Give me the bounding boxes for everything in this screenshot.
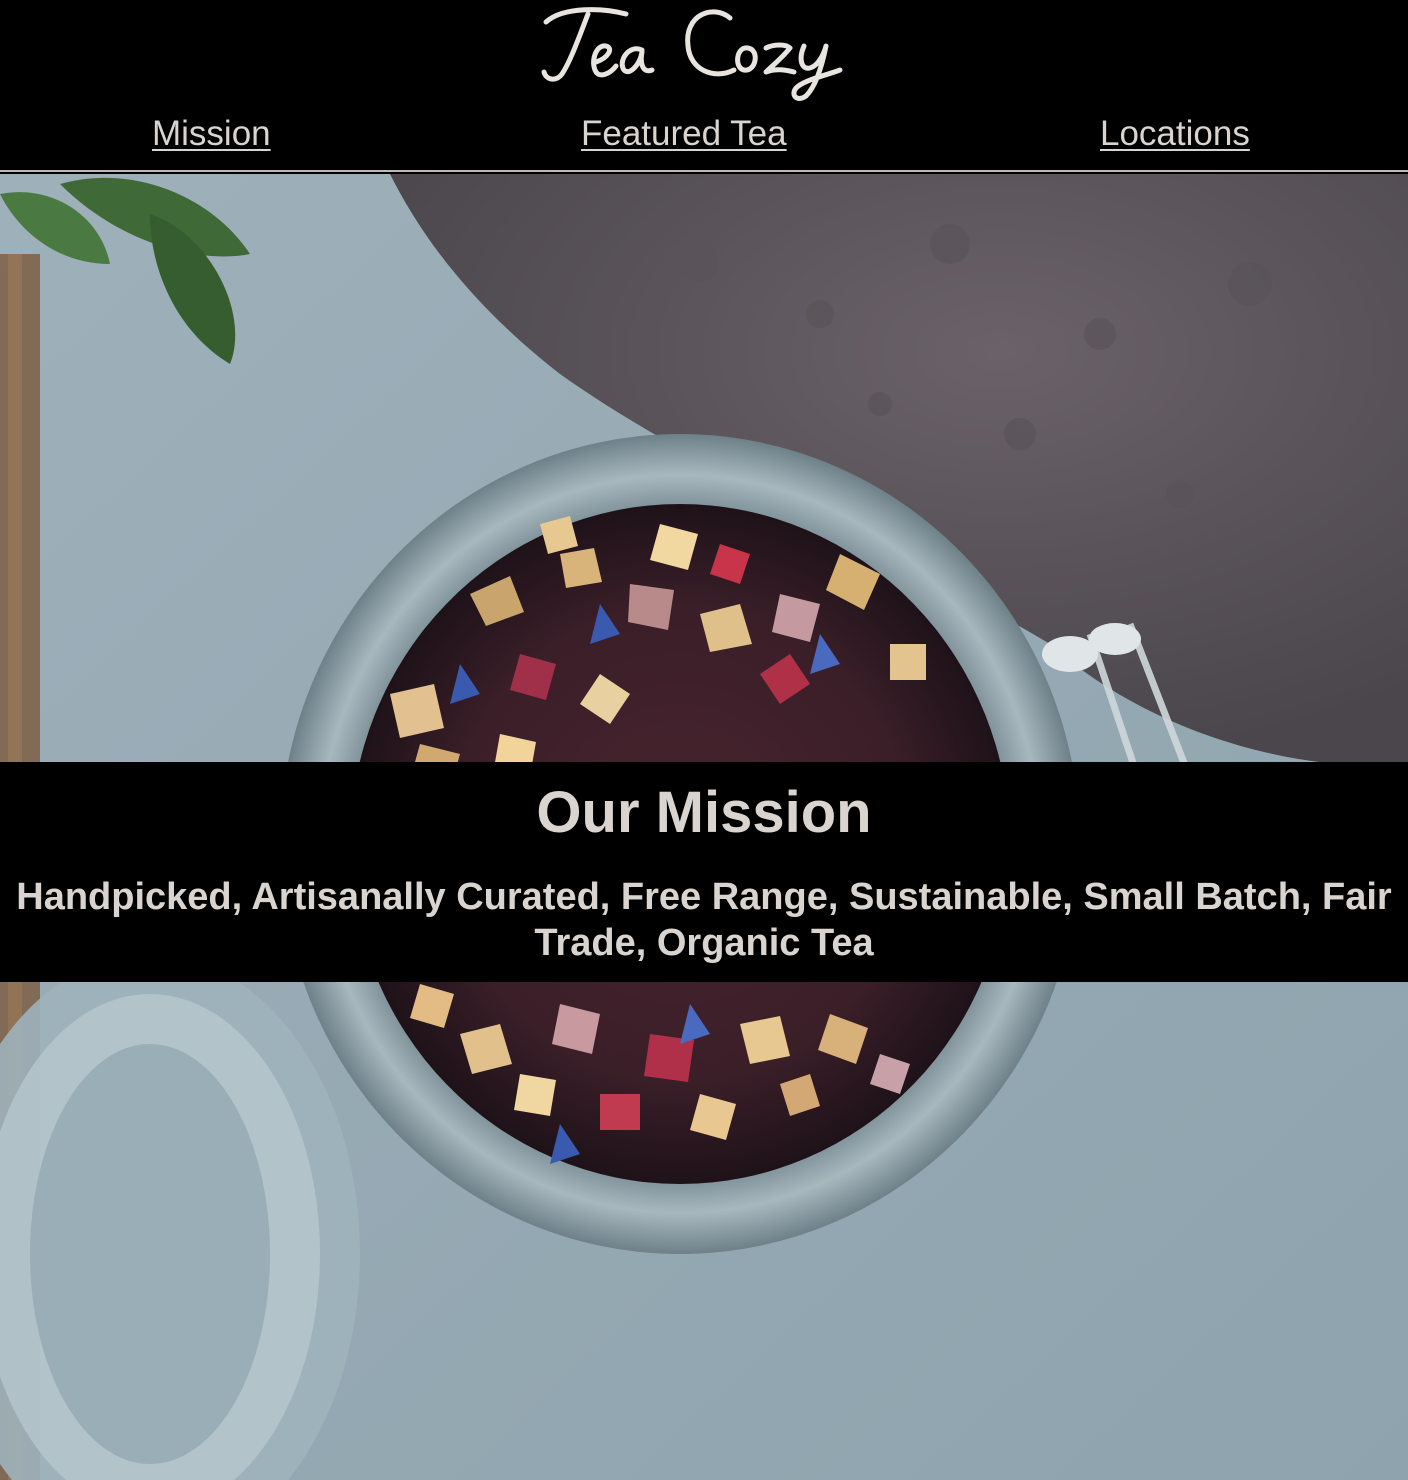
mission-title: Our Mission: [536, 780, 872, 845]
tea-cozy-logo: [541, 7, 843, 101]
nav-link-mission[interactable]: Mission: [152, 114, 271, 154]
mission-text: Handpicked, Artisanally Curated, Free Ra…: [16, 876, 1392, 964]
logo[interactable]: [0, 0, 1408, 104]
mission-section: Our Mission Handpicked, Artisanally Cura…: [0, 762, 1408, 982]
nav-link-featured-tea[interactable]: Featured Tea: [581, 114, 787, 154]
nav-link-locations[interactable]: Locations: [1100, 114, 1250, 154]
site-header: Mission Featured Tea Locations: [0, 0, 1408, 172]
